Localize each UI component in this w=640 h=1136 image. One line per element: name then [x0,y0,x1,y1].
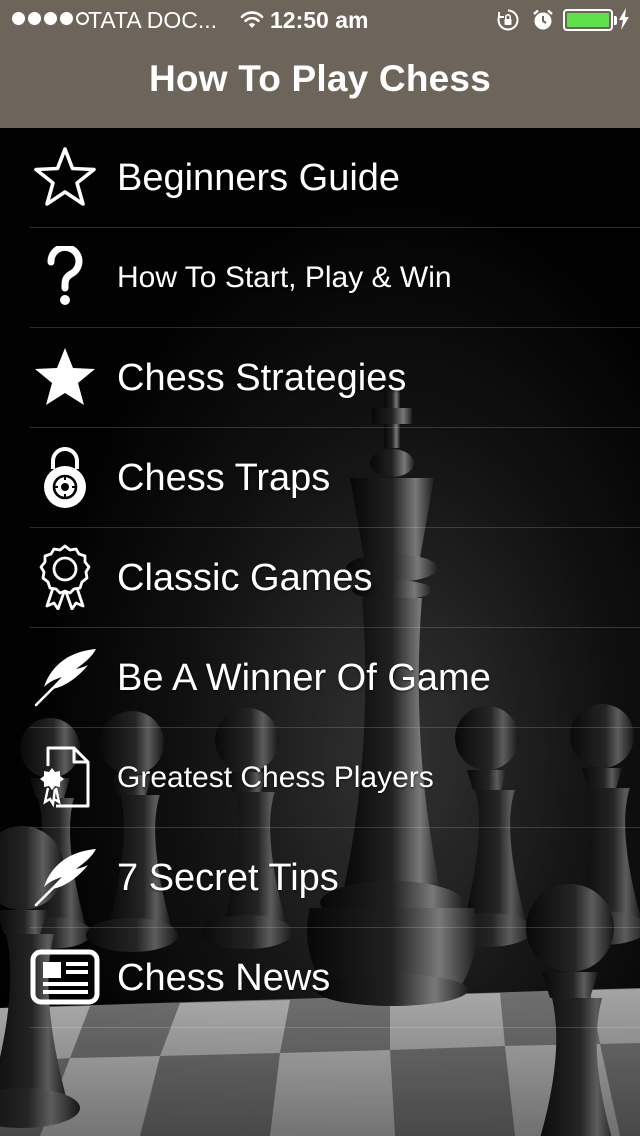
menu-item-be-a-winner[interactable]: Be A Winner Of Game [0,628,640,728]
menu-item-beginners-guide[interactable]: Beginners Guide [0,128,640,228]
certificate-document-icon [30,744,100,810]
menu-item-chess-traps[interactable]: Chess Traps [0,428,640,528]
award-badge-icon [30,544,100,610]
feather-quill-icon [30,844,100,910]
menu-item-label: How To Start, Play & Win [117,261,452,294]
menu-item-label: Chess Strategies [117,357,407,399]
battery-icon [563,9,617,31]
menu-item-label: Beginners Guide [117,157,401,199]
rotation-lock-icon [496,8,520,38]
wifi-icon [240,9,264,36]
menu-item-how-to-start[interactable]: How To Start, Play & Win [0,228,640,328]
menu-item-label: Classic Games [117,557,373,599]
charging-bolt-icon [618,8,630,36]
app-screen: TATA DOC... 12:50 am How To Play Chess B… [0,0,640,1136]
star-filled-icon [30,344,100,410]
newspaper-icon [30,944,100,1010]
menu-item-chess-news[interactable]: Chess News [0,928,640,1028]
menu-item-label: Be A Winner Of Game [117,657,491,699]
status-bar: TATA DOC... 12:50 am [0,0,640,40]
menu-item-label: Chess Traps [117,457,331,499]
question-mark-icon [30,244,100,310]
feather-quill-icon [30,644,100,710]
status-time: 12:50 am [270,7,369,33]
alarm-clock-icon [531,8,555,38]
app-header: TATA DOC... 12:50 am How To Play Chess [0,0,640,128]
menu-item-greatest-chess-players[interactable]: Greatest Chess Players [0,728,640,828]
menu-item-label: Chess News [117,957,331,999]
page-title: How To Play Chess [149,58,491,99]
signal-strength-icon [12,12,89,25]
carrier-name: TATA DOC... [88,7,218,33]
menu-item-chess-strategies[interactable]: Chess Strategies [0,328,640,428]
padlock-icon [30,444,100,510]
menu-item-label: 7 Secret Tips [117,857,339,899]
main-menu-list: Beginners Guide How To Start, Play & Win… [0,128,640,1028]
menu-item-classic-games[interactable]: Classic Games [0,528,640,628]
menu-item-label: Greatest Chess Players [117,761,434,794]
menu-item-secret-tips[interactable]: 7 Secret Tips [0,828,640,928]
star-outline-icon [30,144,100,210]
